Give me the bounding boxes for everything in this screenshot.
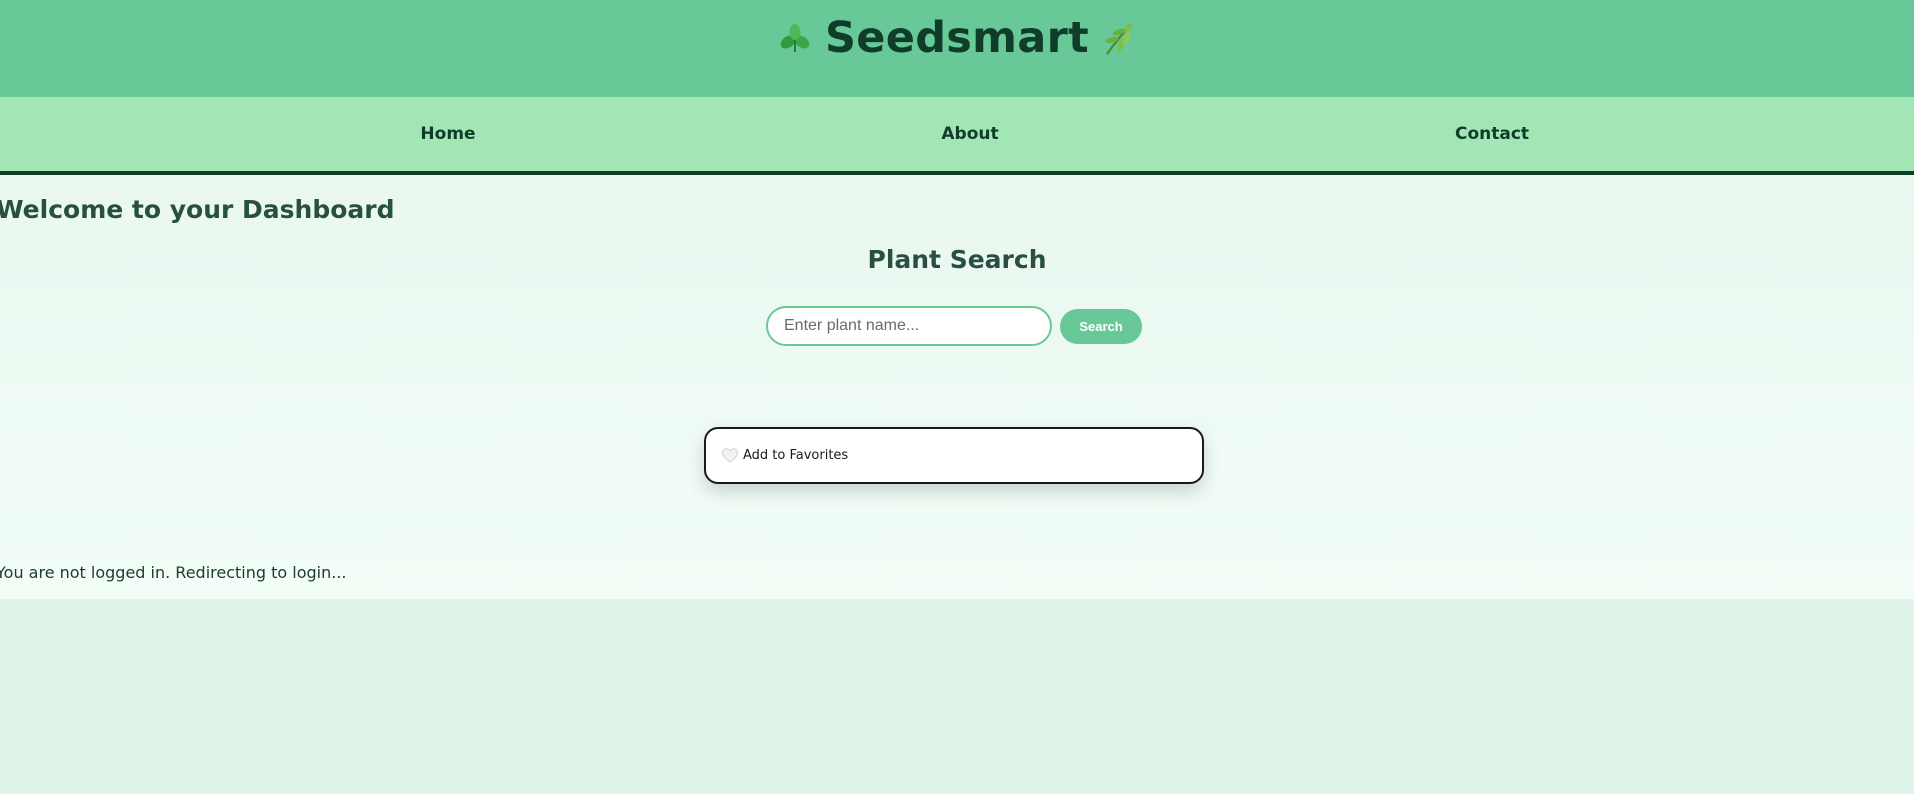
nav-contact-link[interactable]: Contact: [1455, 97, 1529, 171]
site-title: Seedsmart: [825, 13, 1089, 63]
nav-about-link[interactable]: About: [941, 97, 998, 171]
search-button[interactable]: Search: [1060, 309, 1142, 344]
login-status-message: You are not logged in. Redirecting to lo…: [0, 563, 347, 582]
main-nav: Home About Contact: [0, 97, 1914, 175]
site-header: Seedsmart: [0, 0, 1914, 97]
welcome-heading: Welcome to your Dashboard: [0, 195, 395, 224]
plant-search-input[interactable]: [766, 306, 1052, 346]
nav-home-link[interactable]: Home: [420, 97, 475, 171]
dashboard-main: Welcome to your Dashboard Plant Search S…: [0, 175, 1914, 599]
plant-result-card: Add to Favorites: [704, 427, 1204, 484]
page-background-area: [0, 599, 1914, 794]
brand: Seedsmart: [0, 0, 1914, 76]
herb-sprig-icon: [1099, 18, 1139, 58]
add-to-favorites-button[interactable]: Add to Favorites: [722, 448, 848, 463]
add-to-favorites-label: Add to Favorites: [743, 448, 849, 463]
plant-search-heading: Plant Search: [867, 245, 1047, 274]
heart-icon: [722, 448, 738, 463]
clover-leaf-icon: [775, 18, 815, 58]
